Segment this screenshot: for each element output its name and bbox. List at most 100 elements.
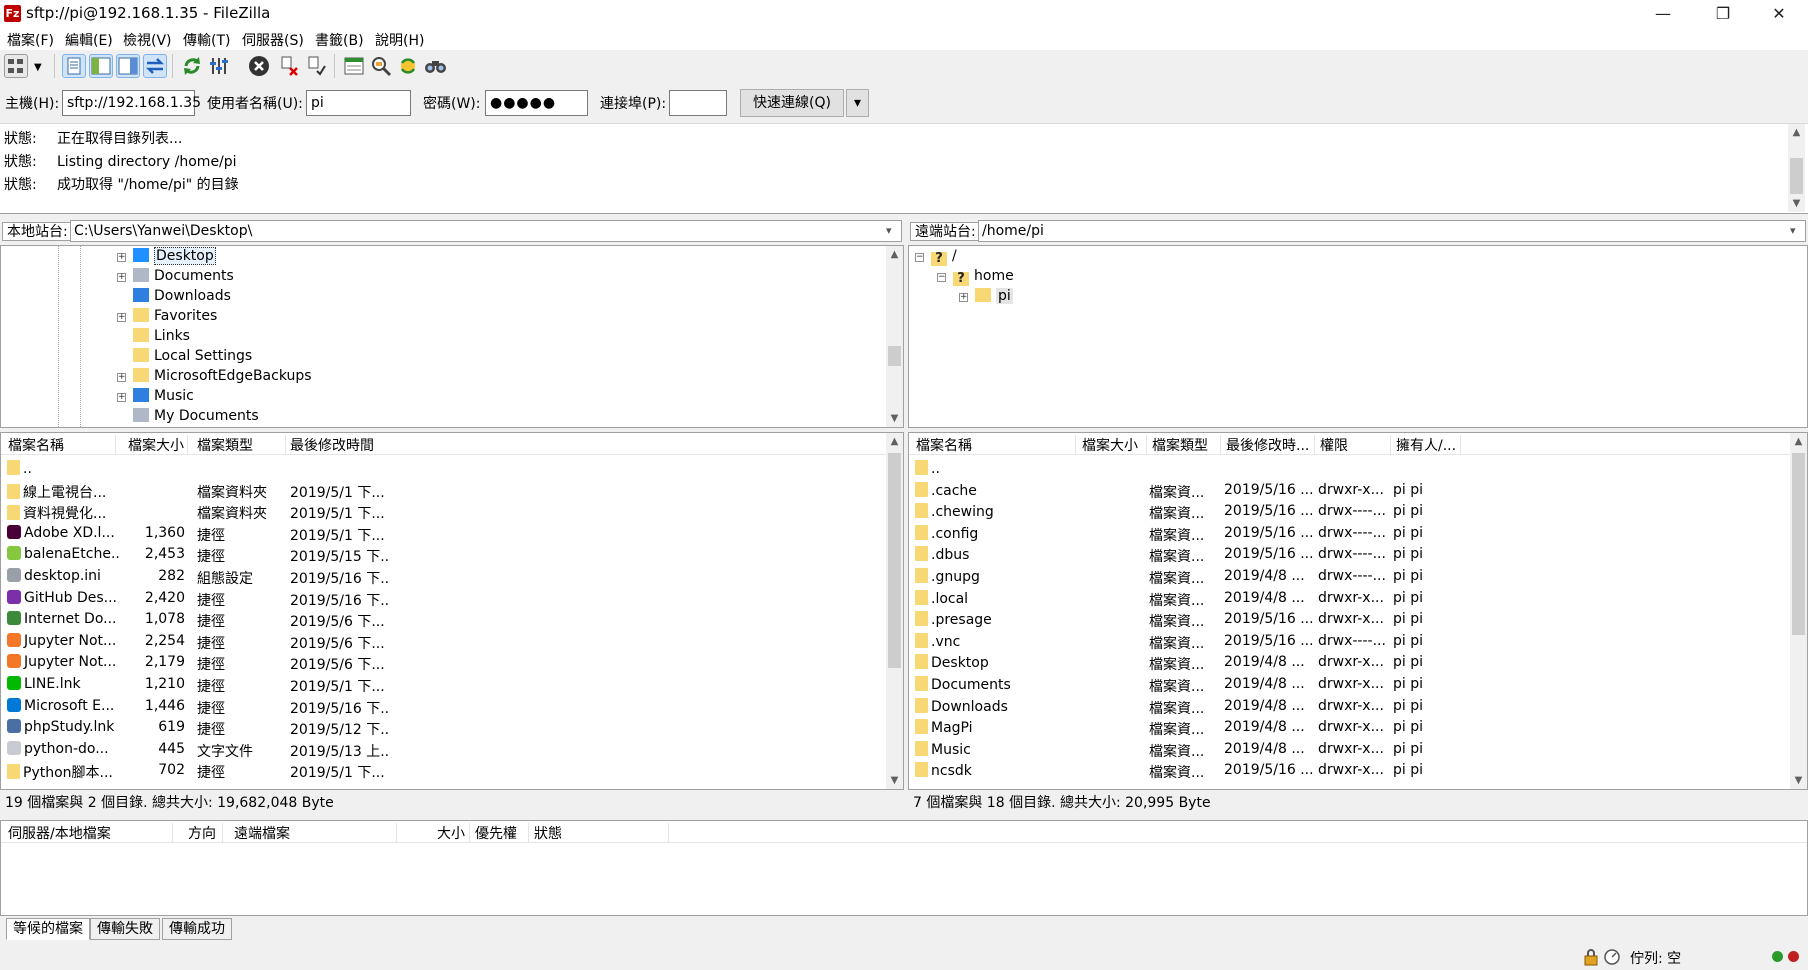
- scroll-thumb[interactable]: [1792, 453, 1805, 635]
- scroll-thumb[interactable]: [1790, 158, 1803, 194]
- local-tree-item[interactable]: My Documents: [117, 406, 312, 426]
- encryption-lock-icon[interactable]: [1582, 948, 1600, 970]
- queue-column-direction[interactable]: 方向: [173, 823, 223, 842]
- expand-icon[interactable]: +: [117, 273, 126, 282]
- file-row[interactable]: .cache 檔案資... 2019/5/16 ... drwxr-x... pi pi: [909, 480, 1790, 502]
- remote-tree-item[interactable]: + pi: [915, 286, 1014, 306]
- local-tree-item[interactable]: + Desktop: [117, 246, 312, 266]
- local-tree-item[interactable]: Downloads: [117, 286, 312, 306]
- close-button[interactable]: ✕: [1756, 0, 1802, 28]
- password-input[interactable]: ●●●●●: [485, 90, 588, 116]
- expand-icon[interactable]: +: [117, 253, 126, 262]
- sync-browsing-icon[interactable]: [396, 54, 420, 78]
- toggle-queue-icon[interactable]: [143, 54, 167, 78]
- file-row[interactable]: Jupyter Not... 2,179 捷徑 2019/5/6 下...: [1, 652, 886, 674]
- column-header-owner[interactable]: 擁有人/...: [1391, 435, 1461, 454]
- scroll-down-icon[interactable]: ▼: [886, 772, 903, 789]
- refresh-icon[interactable]: [180, 54, 204, 78]
- remote-tree-item[interactable]: −? /: [915, 246, 1014, 266]
- local-tree-item[interactable]: + Favorites: [117, 306, 312, 326]
- tab-queued-files[interactable]: 等候的檔案: [6, 918, 90, 940]
- scroll-thumb[interactable]: [888, 346, 901, 366]
- scroll-thumb[interactable]: [888, 453, 901, 668]
- file-row[interactable]: ncsdk 檔案資... 2019/5/16 ... drwxr-x... pi pi: [909, 760, 1790, 782]
- host-input[interactable]: sftp://192.168.1.35: [62, 90, 201, 116]
- scroll-up-icon[interactable]: ▲: [886, 433, 903, 450]
- local-tree-item[interactable]: + Music: [117, 386, 312, 406]
- menu-file[interactable]: 檔案(F): [7, 30, 54, 50]
- file-row[interactable]: 線上電視台... 檔案資料夾 2019/5/1 下...: [1, 480, 886, 502]
- file-row[interactable]: .vnc 檔案資... 2019/5/16 ... drwx----... pi pi: [909, 631, 1790, 653]
- file-row[interactable]: Microsoft E... 1,446 捷徑 2019/5/16 下...: [1, 696, 886, 718]
- local-path-dropdown-icon[interactable]: ▾: [886, 224, 892, 237]
- menu-view[interactable]: 檢視(V): [123, 30, 172, 50]
- search-files-icon[interactable]: [423, 54, 447, 78]
- scroll-up-icon[interactable]: ▲: [886, 246, 903, 263]
- file-row[interactable]: Desktop 檔案資... 2019/4/8 ... drwxr-x... pi pi: [909, 652, 1790, 674]
- scroll-down-icon[interactable]: ▼: [1790, 772, 1807, 789]
- file-row[interactable]: .local 檔案資... 2019/4/8 ... drwxr-x... pi pi: [909, 588, 1790, 610]
- queue-column-size[interactable]: 大小: [397, 823, 470, 842]
- remote-path-dropdown-icon[interactable]: ▾: [1790, 224, 1796, 237]
- scroll-up-icon[interactable]: ▲: [1790, 433, 1807, 450]
- expand-icon[interactable]: +: [959, 293, 968, 302]
- column-header-permissions[interactable]: 權限: [1315, 435, 1391, 454]
- menu-edit[interactable]: 編輯(E): [65, 30, 113, 50]
- file-row[interactable]: Internet Do... 1,078 捷徑 2019/5/6 下...: [1, 609, 886, 631]
- tab-successful-transfers[interactable]: 傳輸成功: [162, 918, 232, 940]
- remote-tree-item[interactable]: −? home: [915, 266, 1014, 286]
- scroll-up-icon[interactable]: ▲: [1788, 124, 1805, 141]
- file-row[interactable]: .chewing 檔案資... 2019/5/16 ... drwx----... pi…: [909, 501, 1790, 523]
- toggle-local-tree-icon[interactable]: [89, 54, 113, 78]
- cancel-operation-icon[interactable]: [247, 54, 271, 78]
- local-tree-item[interactable]: Links: [117, 326, 312, 346]
- local-tree-item[interactable]: + MicrosoftEdgeBackups: [117, 366, 312, 386]
- directory-filter-icon[interactable]: [342, 54, 366, 78]
- file-row[interactable]: 資料視覺化... 檔案資料夾 2019/5/1 下...: [1, 501, 886, 523]
- compare-directories-icon[interactable]: [369, 54, 393, 78]
- file-row[interactable]: MagPi 檔案資... 2019/4/8 ... drwxr-x... pi pi: [909, 717, 1790, 739]
- column-header-filename[interactable]: 檔案名稱: [911, 435, 1076, 454]
- quickconnect-button[interactable]: 快速連線(Q): [740, 89, 844, 117]
- disconnect-icon[interactable]: [277, 54, 301, 78]
- local-tree-scrollbar[interactable]: ▲ ▼: [886, 246, 903, 427]
- menu-server[interactable]: 伺服器(S): [242, 30, 304, 50]
- port-input[interactable]: [669, 90, 727, 116]
- file-row[interactable]: desktop.ini 282 組態設定 2019/5/16 下...: [1, 566, 886, 588]
- local-tree-item[interactable]: + Documents: [117, 266, 312, 286]
- file-row[interactable]: Python腳本... 702 捷徑 2019/5/1 下...: [1, 760, 886, 782]
- menu-help[interactable]: 說明(H): [375, 30, 424, 50]
- queue-column-remote-file[interactable]: 遠端檔案: [229, 823, 397, 842]
- queue-column-priority[interactable]: 優先權: [470, 823, 529, 842]
- username-input[interactable]: pi: [306, 90, 411, 116]
- file-row[interactable]: Downloads 檔案資... 2019/4/8 ... drwxr-x... pi …: [909, 696, 1790, 718]
- speed-limit-icon[interactable]: [1603, 948, 1621, 970]
- file-row[interactable]: Jupyter Not... 2,254 捷徑 2019/5/6 下...: [1, 631, 886, 653]
- file-row[interactable]: Documents 檔案資... 2019/4/8 ... drwxr-x... pi …: [909, 674, 1790, 696]
- file-row[interactable]: Music 檔案資... 2019/4/8 ... drwxr-x... pi pi: [909, 739, 1790, 761]
- minimize-button[interactable]: —: [1640, 0, 1686, 28]
- local-path-input[interactable]: C:\Users\Yanwei\Desktop\: [70, 220, 902, 242]
- file-row[interactable]: phpStudy.lnk 619 捷徑 2019/5/12 下...: [1, 717, 886, 739]
- column-header-filetype[interactable]: 檔案類型: [1147, 435, 1221, 454]
- site-manager-dropdown-icon[interactable]: ▼: [34, 62, 42, 73]
- remote-path-input[interactable]: /home/pi: [978, 220, 1806, 242]
- process-queue-icon[interactable]: [207, 54, 231, 78]
- file-row[interactable]: ..: [909, 458, 1790, 480]
- menu-transfer[interactable]: 傳輸(T): [183, 30, 230, 50]
- toggle-log-icon[interactable]: [62, 54, 86, 78]
- queue-column-server-local[interactable]: 伺服器/本地檔案: [3, 823, 173, 842]
- maximize-button[interactable]: ❐: [1700, 0, 1746, 28]
- file-row[interactable]: .dbus 檔案資... 2019/5/16 ... drwx----... pi pi: [909, 544, 1790, 566]
- toggle-remote-tree-icon[interactable]: [116, 54, 140, 78]
- reconnect-icon[interactable]: [304, 54, 328, 78]
- column-header-modified[interactable]: 最後修改時...: [1221, 435, 1315, 454]
- local-tree-item[interactable]: Local Settings: [117, 346, 312, 366]
- expand-icon[interactable]: +: [117, 373, 126, 382]
- file-row[interactable]: python-do... 445 文字文件 2019/5/13 上...: [1, 739, 886, 761]
- column-header-filesize[interactable]: 檔案大小: [1077, 435, 1147, 454]
- file-row[interactable]: .gnupg 檔案資... 2019/4/8 ... drwx----... pi pi: [909, 566, 1790, 588]
- column-header-modified[interactable]: 最後修改時間: [285, 435, 385, 454]
- file-row[interactable]: balenaEtche... 2,453 捷徑 2019/5/15 下...: [1, 544, 886, 566]
- expand-icon[interactable]: −: [937, 273, 946, 282]
